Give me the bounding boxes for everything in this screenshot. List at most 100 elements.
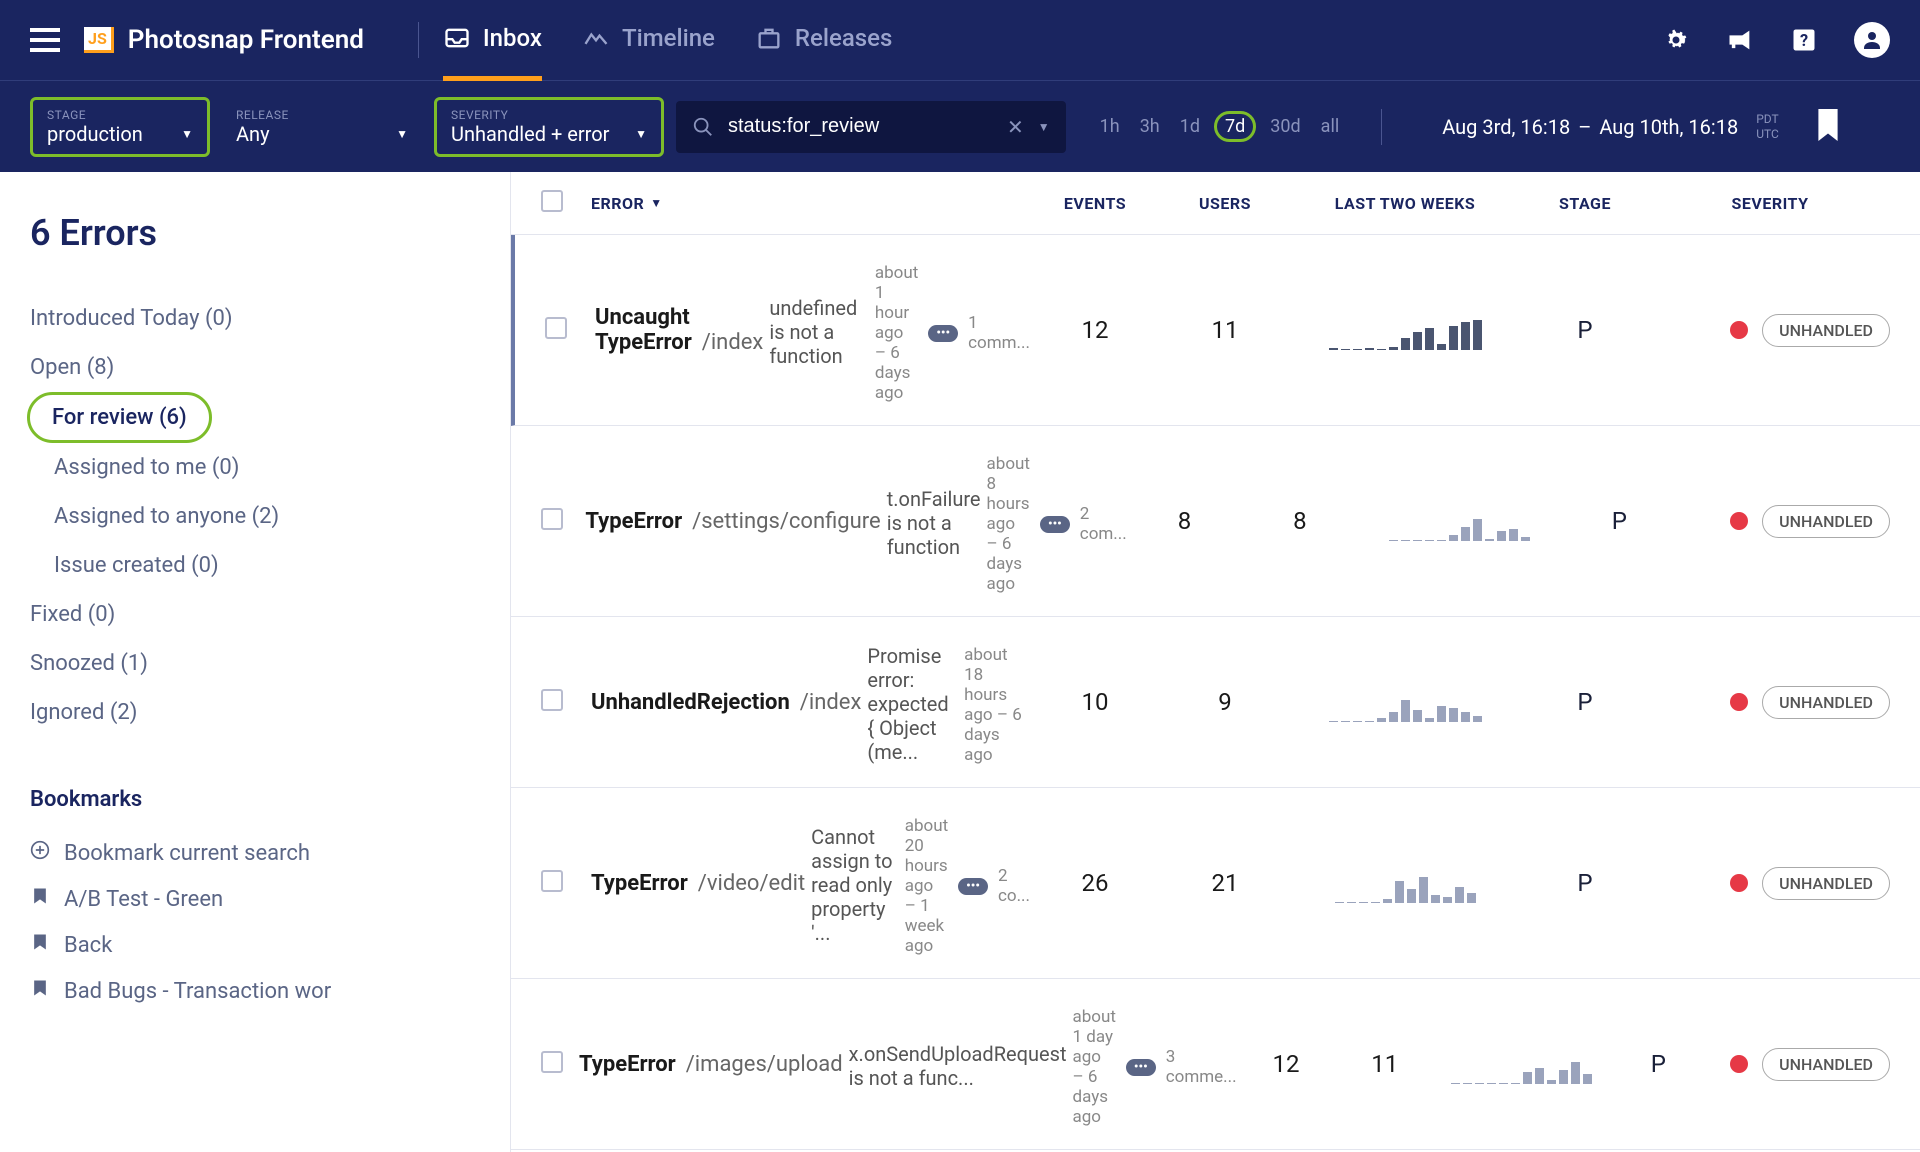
header-severity[interactable]: SEVERITY bbox=[1650, 194, 1890, 213]
severity-filter[interactable]: SEVERITY Unhandled + error▼ bbox=[434, 97, 664, 157]
error-meta: about 8 hours ago – 6 days ago•••2 com..… bbox=[987, 454, 1127, 594]
bookmarks-heading: Bookmarks bbox=[30, 787, 480, 812]
comment-icon: ••• bbox=[958, 878, 988, 895]
error-meta: about 18 hours ago – 6 days ago bbox=[964, 645, 1030, 765]
header-users[interactable]: USERS bbox=[1160, 194, 1290, 213]
severity-filter-value: Unhandled + error bbox=[451, 122, 609, 146]
tab-timeline[interactable]: Timeline bbox=[582, 24, 715, 81]
stage-badge: P bbox=[1612, 507, 1627, 535]
events-count: 26 bbox=[1082, 869, 1109, 897]
search-icon bbox=[692, 116, 714, 138]
time-option-1d[interactable]: 1d bbox=[1174, 112, 1206, 141]
date-to: Aug 10th, 16:18 bbox=[1599, 115, 1738, 139]
sparkline bbox=[1290, 863, 1520, 903]
help-icon[interactable]: ? bbox=[1790, 26, 1818, 54]
table-row[interactable]: TypeError/video/editCannot assign to rea… bbox=[511, 788, 1920, 979]
sidebar-item[interactable]: Ignored (2) bbox=[30, 688, 480, 737]
bookmark-item[interactable]: A/B Test - Green bbox=[30, 876, 480, 922]
time-option-3h[interactable]: 3h bbox=[1134, 112, 1166, 141]
table-row[interactable]: Uncaught TypeError/indexundefined is not… bbox=[511, 235, 1920, 426]
search-bar[interactable]: ✕ ▼ bbox=[676, 101, 1066, 153]
table-row[interactable]: TypeError/images/uploadx.onSendUploadReq… bbox=[511, 979, 1920, 1150]
sparkline bbox=[1290, 310, 1520, 350]
comment-icon: ••• bbox=[1040, 516, 1070, 533]
table-row[interactable]: TypeError/settings/configuret.onFailure … bbox=[511, 426, 1920, 617]
row-checkbox[interactable] bbox=[541, 1051, 563, 1073]
severity-pill: UNHANDLED bbox=[1762, 314, 1890, 347]
avatar[interactable] bbox=[1854, 22, 1890, 58]
severity-pill: UNHANDLED bbox=[1762, 1048, 1890, 1081]
megaphone-icon[interactable] bbox=[1726, 26, 1754, 54]
error-title: TypeError bbox=[591, 871, 688, 896]
stage-badge: P bbox=[1577, 869, 1592, 897]
gear-icon[interactable] bbox=[1662, 26, 1690, 54]
sidebar-item[interactable]: Snoozed (1) bbox=[30, 639, 480, 688]
sidebar-item[interactable]: Open (8) bbox=[30, 343, 480, 392]
time-option-1h[interactable]: 1h bbox=[1094, 112, 1126, 141]
table-row[interactable]: UnhandledRejection/indexPromise error: e… bbox=[511, 617, 1920, 788]
select-all-checkbox[interactable] bbox=[541, 190, 563, 212]
menu-icon[interactable] bbox=[30, 28, 60, 52]
bookmark-item[interactable]: Back bbox=[30, 922, 480, 968]
stage-badge: P bbox=[1577, 688, 1592, 716]
sidebar-item[interactable]: Assigned to anyone (2) bbox=[30, 492, 480, 541]
nav-tabs: Inbox Timeline Releases bbox=[443, 0, 892, 81]
events-count: 12 bbox=[1082, 316, 1109, 344]
header-error[interactable]: ERROR▼ bbox=[591, 194, 1030, 213]
time-option-all[interactable]: all bbox=[1315, 112, 1346, 141]
time-range: 1h 3h 1d 7d 30d all bbox=[1094, 111, 1346, 142]
error-message: undefined is not a function bbox=[769, 296, 869, 368]
sidebar-item[interactable]: Introduced Today (0) bbox=[30, 294, 480, 343]
divider bbox=[418, 22, 419, 58]
stage-filter[interactable]: STAGE production▼ bbox=[30, 97, 210, 157]
comment-icon: ••• bbox=[1126, 1059, 1156, 1076]
time-option-30d[interactable]: 30d bbox=[1264, 112, 1306, 141]
stage-filter-value: production bbox=[47, 122, 143, 146]
caret-down-icon[interactable]: ▼ bbox=[1038, 120, 1050, 134]
stage-badge: P bbox=[1577, 316, 1592, 344]
tab-releases[interactable]: Releases bbox=[755, 24, 892, 81]
divider bbox=[1381, 109, 1382, 145]
severity-dot bbox=[1730, 693, 1748, 711]
release-filter-label: RELEASE bbox=[236, 108, 408, 122]
bookmark-flag-icon bbox=[30, 932, 50, 958]
time-option-7d[interactable]: 7d bbox=[1214, 111, 1256, 142]
bookmark-icon[interactable] bbox=[1815, 109, 1841, 145]
error-table: ERROR▼ EVENTS USERS LAST TWO WEEKS STAGE… bbox=[510, 172, 1920, 1152]
error-message: Cannot assign to read only property '... bbox=[811, 825, 899, 945]
search-input[interactable] bbox=[728, 115, 993, 138]
bookmarks-list: Bookmark current searchA/B Test - GreenB… bbox=[30, 830, 480, 1014]
tab-inbox[interactable]: Inbox bbox=[443, 24, 542, 81]
row-checkbox[interactable] bbox=[545, 317, 567, 339]
sidebar-item[interactable]: Fixed (0) bbox=[30, 590, 480, 639]
release-filter-value: Any bbox=[236, 122, 270, 146]
users-count: 9 bbox=[1218, 688, 1232, 716]
clear-icon[interactable]: ✕ bbox=[1007, 115, 1024, 139]
error-meta: about 1 hour ago – 6 days ago•••1 comm..… bbox=[875, 263, 1030, 403]
users-count: 11 bbox=[1371, 1050, 1398, 1078]
sidebar-item[interactable]: Assigned to me (0) bbox=[30, 443, 480, 492]
bookmark-flag-icon bbox=[30, 978, 50, 1004]
sidebar-item[interactable]: Issue created (0) bbox=[30, 541, 480, 590]
error-title: TypeError bbox=[579, 1052, 676, 1077]
project-name[interactable]: Photosnap Frontend bbox=[128, 25, 364, 55]
error-title: Uncaught TypeError bbox=[595, 305, 692, 355]
error-path: /index bbox=[800, 690, 862, 715]
bookmark-item[interactable]: Bad Bugs - Transaction wor bbox=[30, 968, 480, 1014]
error-message: Promise error: expected { Object (me... bbox=[867, 644, 958, 764]
error-path: /video/edit bbox=[698, 871, 805, 896]
sidebar-item[interactable]: For review (6) bbox=[27, 392, 212, 443]
header-events[interactable]: EVENTS bbox=[1030, 194, 1160, 213]
comment-icon: ••• bbox=[928, 325, 958, 342]
severity-dot bbox=[1730, 1055, 1748, 1073]
row-checkbox[interactable] bbox=[541, 689, 563, 711]
row-checkbox[interactable] bbox=[541, 870, 563, 892]
release-filter[interactable]: RELEASE Any▼ bbox=[222, 100, 422, 154]
row-checkbox[interactable] bbox=[541, 508, 563, 530]
project-badge: JS bbox=[84, 27, 114, 53]
bookmark-item[interactable]: Bookmark current search bbox=[30, 830, 480, 876]
date-range[interactable]: Aug 3rd, 16:18 – Aug 10th, 16:18 PDTUTC bbox=[1442, 112, 1779, 141]
header-stage[interactable]: STAGE bbox=[1520, 194, 1650, 213]
errors-count-title: 6 Errors bbox=[30, 212, 480, 254]
severity-pill: UNHANDLED bbox=[1762, 867, 1890, 900]
